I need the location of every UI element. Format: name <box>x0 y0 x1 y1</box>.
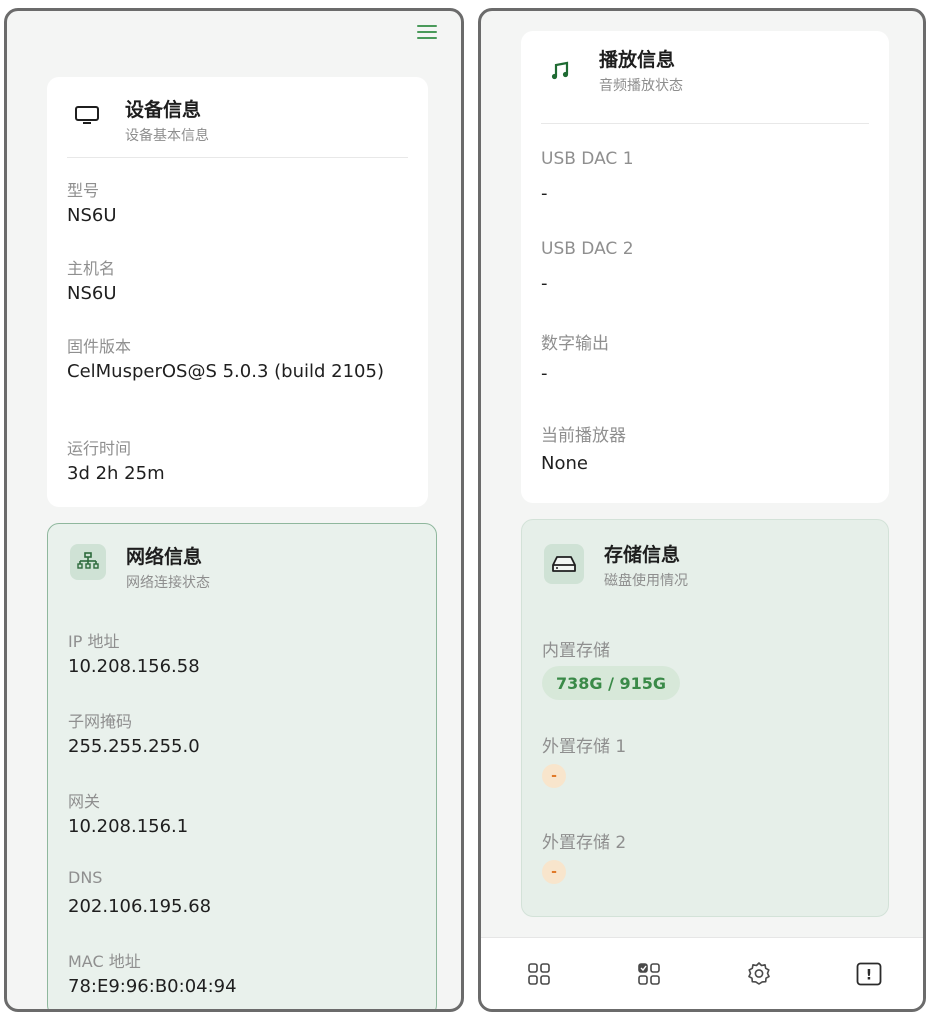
digital-out-label: 数字输出 <box>541 334 609 354</box>
storage-info-header: 存储信息 磁盘使用情况 <box>544 536 866 600</box>
digital-out-value: - <box>541 363 548 384</box>
divider <box>541 123 869 124</box>
network-info-header: 网络信息 网络连接状态 <box>70 538 414 602</box>
playback-info-title: 播放信息 <box>599 49 676 71</box>
mac-value: 78:E9:96:B0:04:94 <box>68 976 237 997</box>
network-icon <box>70 544 106 580</box>
firmware-label: 固件版本 <box>67 337 132 356</box>
device-info-subtitle: 设备基本信息 <box>125 128 209 144</box>
playback-info-subtitle: 音频播放状态 <box>599 78 683 94</box>
playback-info-header: 播放信息 音频播放状态 <box>543 41 867 105</box>
dns-label: DNS <box>68 868 103 887</box>
music-note-icon <box>543 53 579 89</box>
playback-info-card: 播放信息 音频播放状态 USB DAC 1 - USB DAC 2 - 数字输出… <box>521 31 889 503</box>
uptime-label: 运行时间 <box>67 439 132 458</box>
ip-label: IP 地址 <box>68 632 120 651</box>
internal-storage-value: 738G / 915G <box>542 666 681 700</box>
menu-icon[interactable] <box>417 25 437 39</box>
storage-info-subtitle: 磁盘使用情况 <box>604 573 688 589</box>
external-storage2-label: 外置存储 2 <box>542 833 627 853</box>
external-storage1-value: - <box>542 764 566 788</box>
gateway-label: 网关 <box>68 792 101 811</box>
hostname-value: NS6U <box>67 283 117 304</box>
subnet-label: 子网掩码 <box>68 712 133 731</box>
hard-drive-icon <box>544 544 584 584</box>
firmware-value: CelMusperOS@S 5.0.3 (build 2105) <box>67 361 384 382</box>
gateway-value: 10.208.156.1 <box>68 816 189 837</box>
network-info-subtitle: 网络连接状态 <box>126 575 210 591</box>
model-value: NS6U <box>67 205 117 226</box>
divider <box>67 157 408 158</box>
settings-icon[interactable] <box>745 960 773 988</box>
hostname-label: 主机名 <box>67 259 116 278</box>
alert-icon[interactable]: ! <box>855 960 883 988</box>
ip-value: 10.208.156.58 <box>68 656 200 677</box>
usb-dac2-label: USB DAC 2 <box>541 239 634 259</box>
storage-info-title: 存储信息 <box>604 544 681 566</box>
device-info-card: 设备信息 设备基本信息 型号 NS6U 主机名 NS6U 固件版本 CelMus… <box>47 77 428 507</box>
current-player-value: None <box>541 453 588 474</box>
right-screen: 播放信息 音频播放状态 USB DAC 1 - USB DAC 2 - 数字输出… <box>478 8 926 1012</box>
external-storage2-value: - <box>542 860 566 884</box>
device-info-title: 设备信息 <box>125 99 202 121</box>
mac-label: MAC 地址 <box>68 952 141 971</box>
left-screen: 设备信息 设备基本信息 型号 NS6U 主机名 NS6U 固件版本 CelMus… <box>4 8 464 1012</box>
uptime-value: 3d 2h 25m <box>67 463 165 484</box>
apps-icon[interactable] <box>635 960 663 988</box>
network-info-title: 网络信息 <box>126 546 203 568</box>
monitor-icon <box>69 97 105 133</box>
dns-value: 202.106.195.68 <box>68 896 212 917</box>
external-storage1-label: 外置存储 1 <box>542 737 627 757</box>
current-player-label: 当前播放器 <box>541 426 626 446</box>
usb-dac1-label: USB DAC 1 <box>541 149 634 169</box>
model-label: 型号 <box>67 181 100 200</box>
alert-glyph: ! <box>866 968 872 984</box>
storage-info-card: 存储信息 磁盘使用情况 内置存储 738G / 915G 外置存储 1 - 外置… <box>521 519 889 917</box>
subnet-value: 255.255.255.0 <box>68 736 200 757</box>
device-info-header: 设备信息 设备基本信息 <box>69 91 406 155</box>
bottom-nav: ! <box>481 937 923 1009</box>
usb-dac2-value: - <box>541 273 548 294</box>
dashboard-icon[interactable] <box>525 960 553 988</box>
internal-storage-label: 内置存储 <box>542 641 610 661</box>
network-info-card: 网络信息 网络连接状态 IP 地址 10.208.156.58 子网掩码 255… <box>47 523 437 1009</box>
usb-dac1-value: - <box>541 183 548 204</box>
